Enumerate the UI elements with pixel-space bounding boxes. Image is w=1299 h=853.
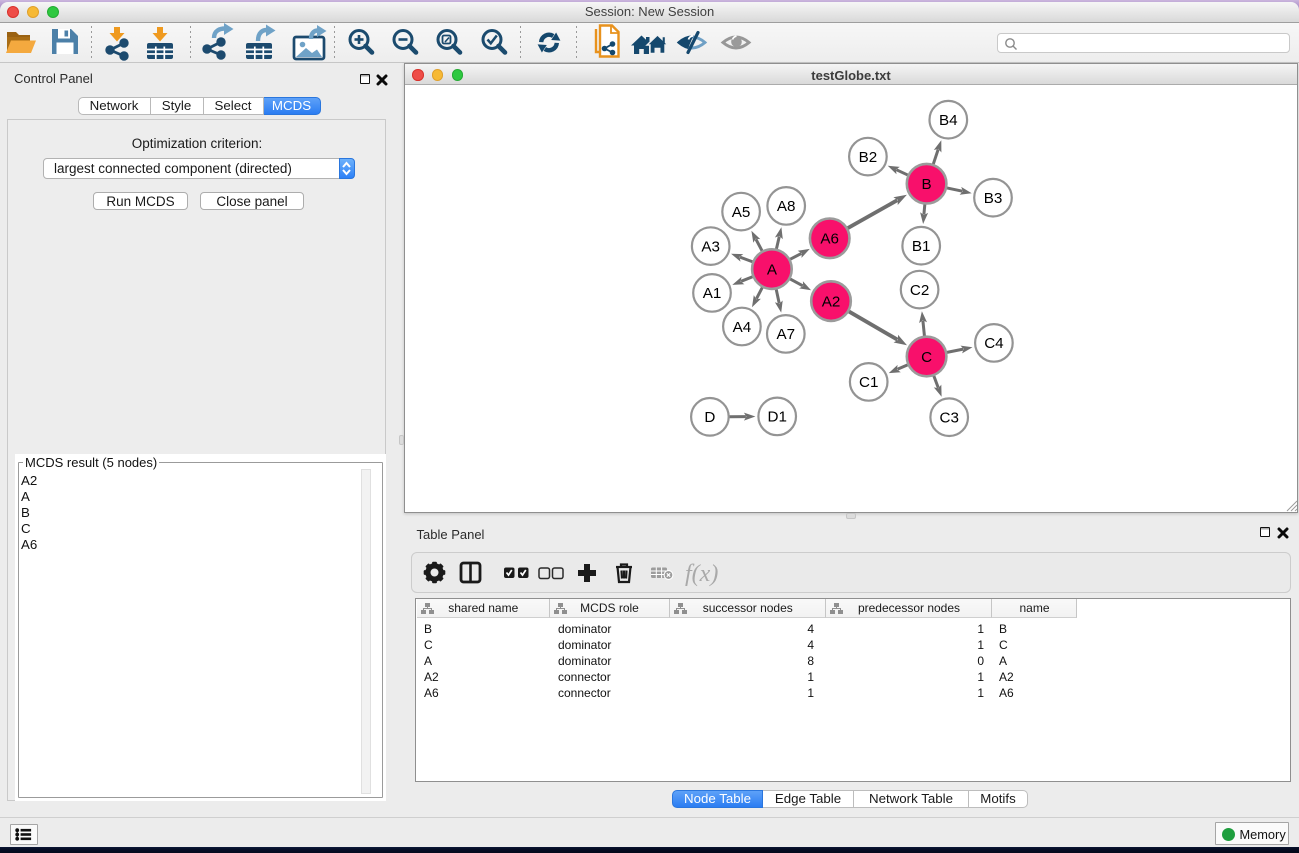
svg-text:C1: C1 xyxy=(859,374,878,391)
svg-text:B2: B2 xyxy=(859,149,878,166)
svg-text:B3: B3 xyxy=(984,190,1003,207)
svg-text:B: B xyxy=(922,176,932,193)
svg-text:C2: C2 xyxy=(910,282,929,299)
svg-text:A6: A6 xyxy=(820,231,839,248)
svg-text:A8: A8 xyxy=(777,198,796,215)
svg-text:A3: A3 xyxy=(701,238,720,255)
svg-text:C: C xyxy=(921,349,932,366)
svg-text:D: D xyxy=(704,409,715,426)
svg-text:C4: C4 xyxy=(984,335,1003,352)
svg-text:f(x): f(x) xyxy=(685,561,718,587)
svg-text:A1: A1 xyxy=(703,285,722,302)
svg-text:D1: D1 xyxy=(767,409,786,426)
svg-text:A7: A7 xyxy=(777,326,796,343)
svg-text:A4: A4 xyxy=(733,319,752,336)
svg-text:A2: A2 xyxy=(822,293,841,310)
svg-text:A5: A5 xyxy=(732,204,751,221)
svg-text:B4: B4 xyxy=(939,112,958,129)
svg-text:C3: C3 xyxy=(939,410,958,427)
svg-text:A: A xyxy=(767,261,778,278)
svg-text:B1: B1 xyxy=(912,238,931,255)
